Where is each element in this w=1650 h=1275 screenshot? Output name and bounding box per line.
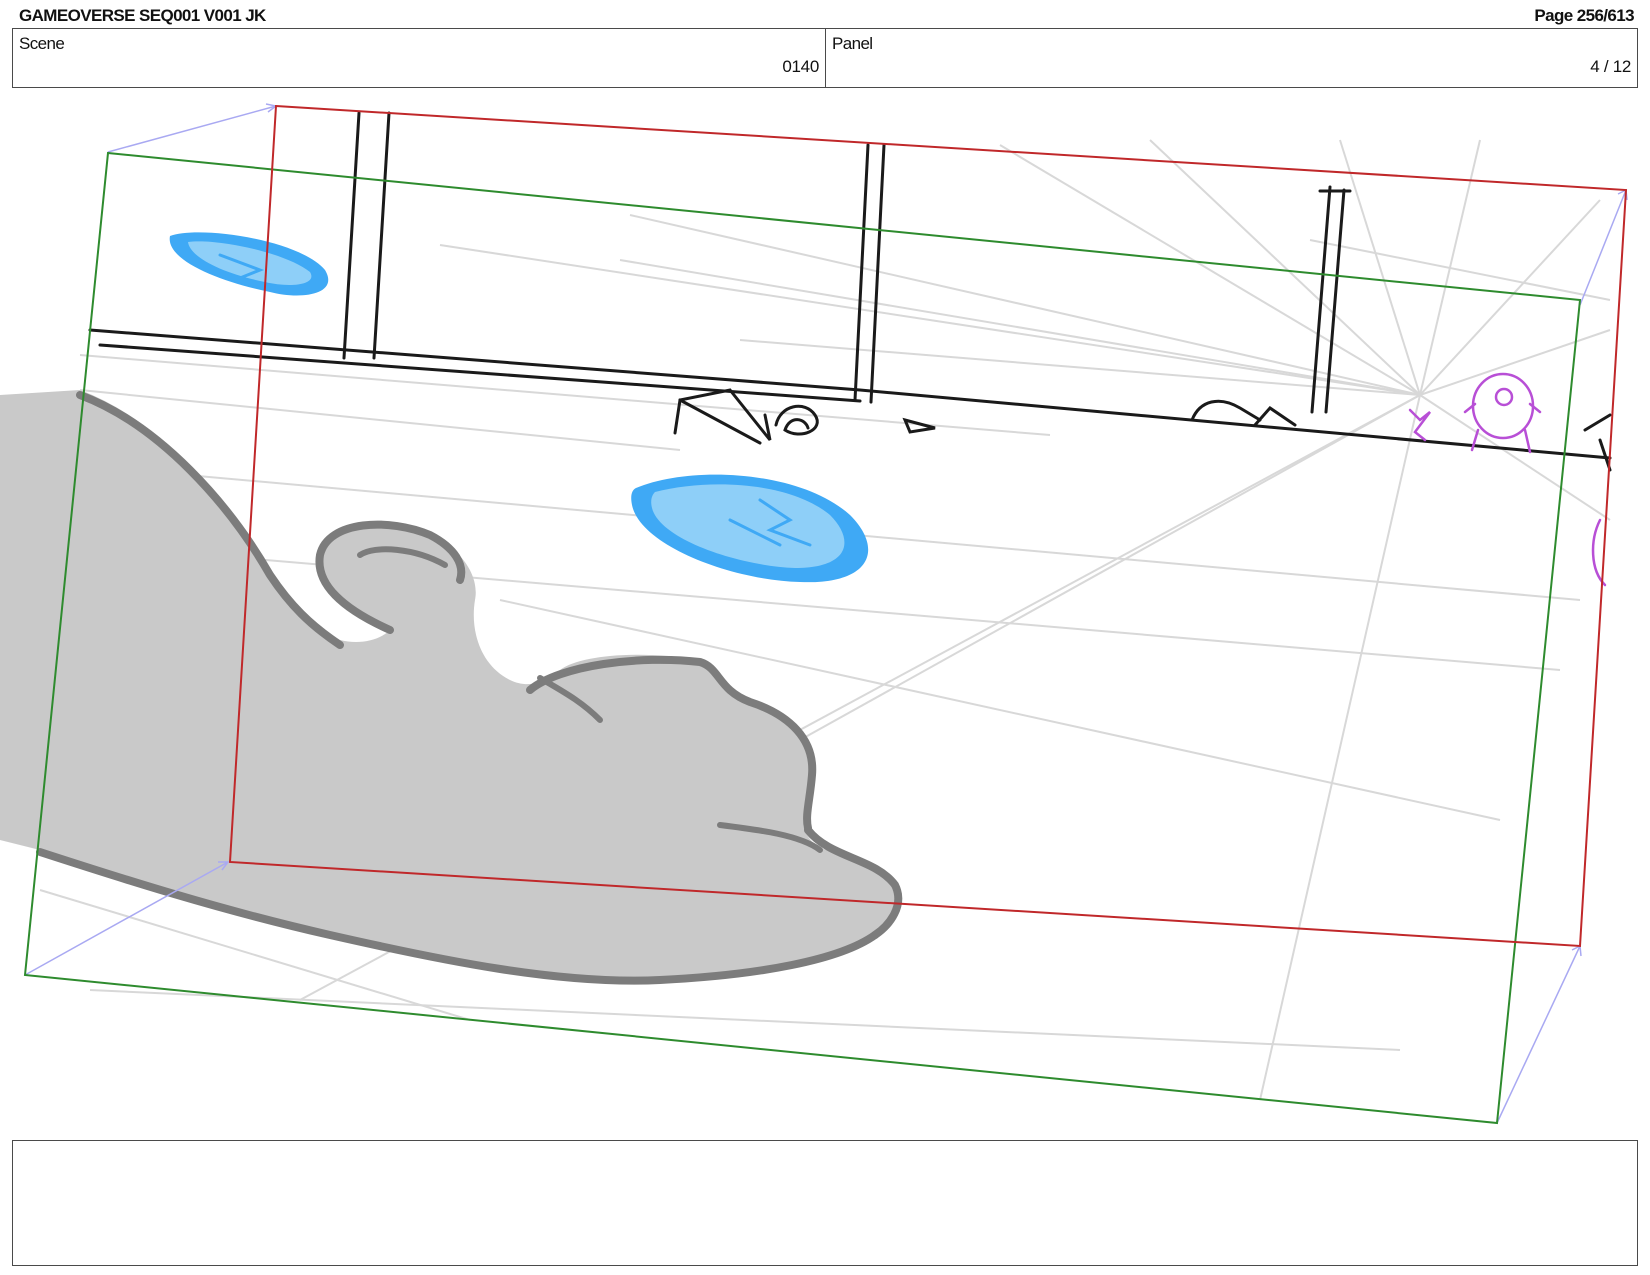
panel-number: 4 / 12: [1590, 57, 1631, 76]
info-table: Scene 0140 Panel 4 / 12: [12, 28, 1638, 88]
character-sketch: [1408, 372, 1607, 587]
panel-label: Panel: [832, 34, 873, 53]
panel-cell: Panel 4 / 12: [826, 29, 1637, 87]
panel-notes-box: [12, 1140, 1638, 1266]
page-number: Page 256/613: [1534, 6, 1634, 25]
document-title: GAMEOVERSE SEQ001 V001 JK: [19, 6, 266, 25]
scene-cell: Scene 0140: [13, 29, 826, 87]
scene-number: 0140: [782, 57, 819, 76]
storyboard-panel-artwork: [0, 103, 1628, 1125]
scene-label: Scene: [19, 34, 65, 53]
